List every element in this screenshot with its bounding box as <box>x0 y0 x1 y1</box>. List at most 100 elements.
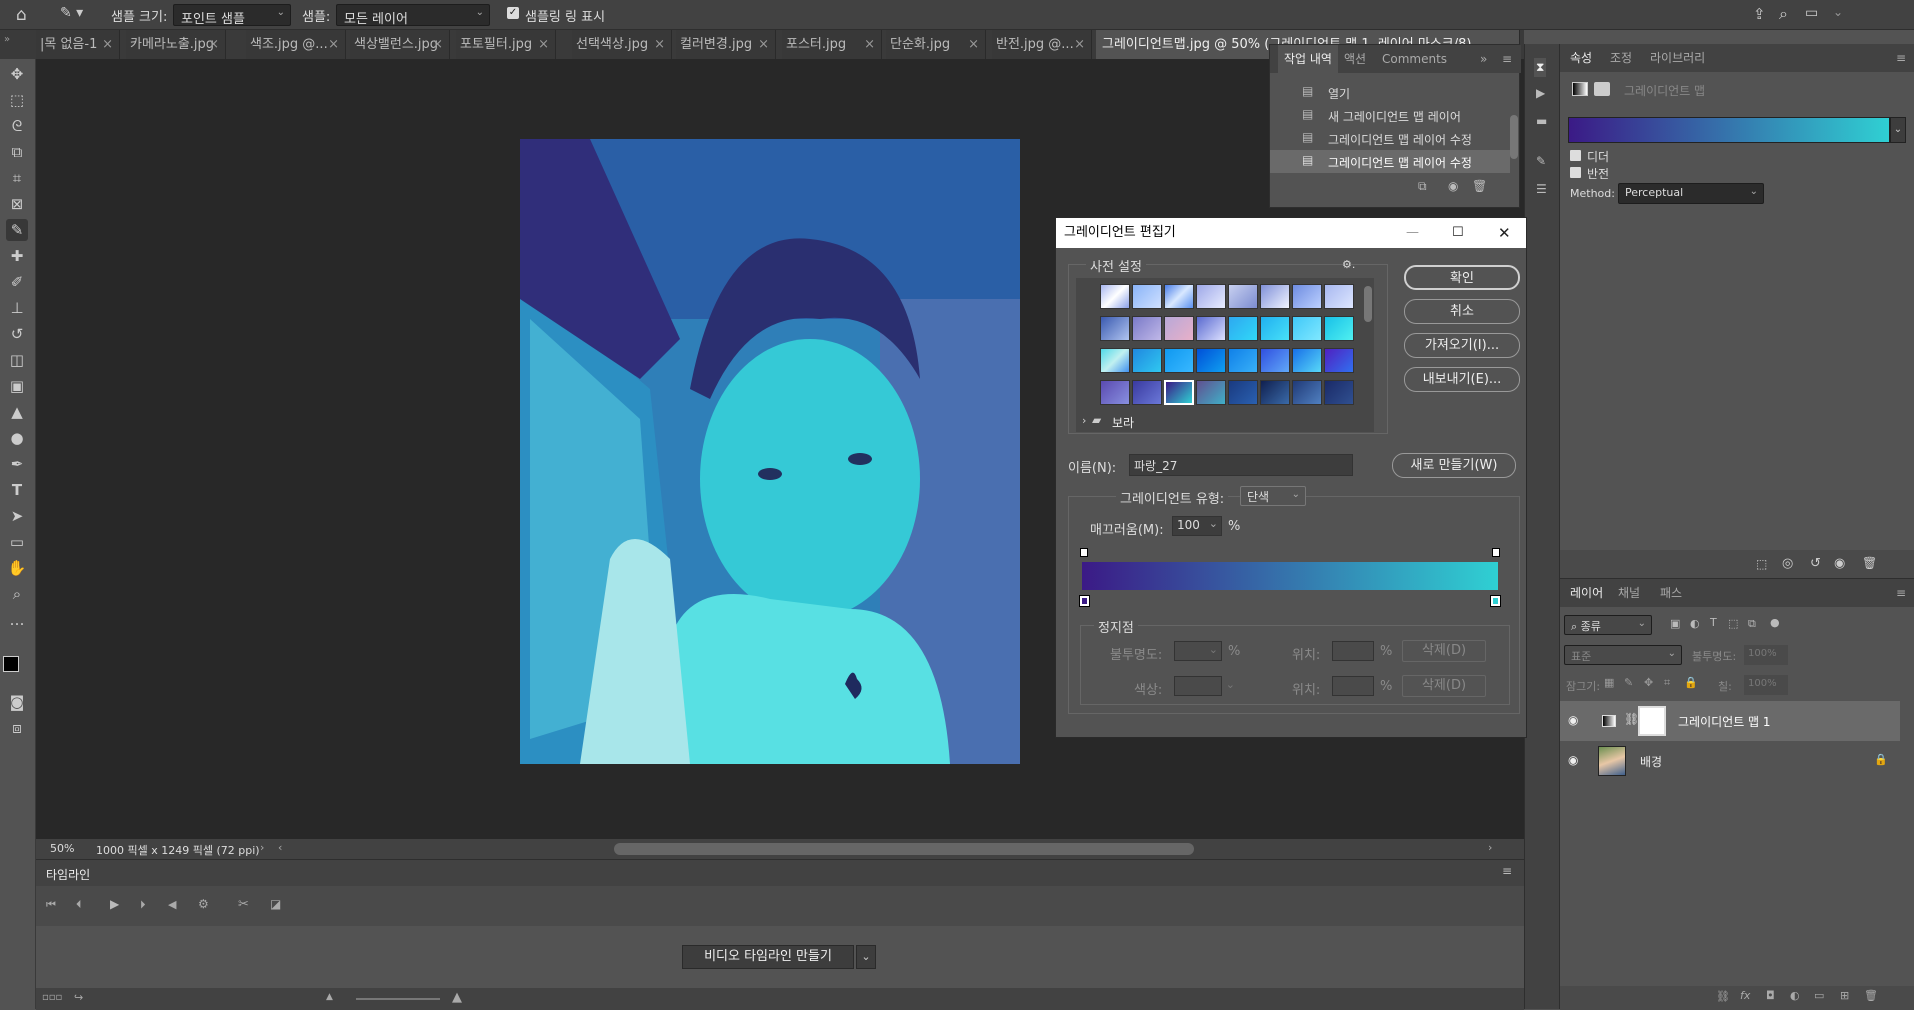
horizontal-scrollbar[interactable] <box>614 843 1194 855</box>
preset-swatch[interactable] <box>1100 348 1130 373</box>
opacity-field[interactable]: 100% <box>1744 645 1788 665</box>
mask-icon[interactable] <box>1594 82 1610 96</box>
new-gradient-button[interactable]: 새로 만들기(W) <box>1392 453 1516 478</box>
layer-row-active[interactable]: ◉ ⛓ 그레이디언트 맵 1 <box>1560 701 1900 741</box>
preset-swatch[interactable] <box>1196 380 1226 405</box>
menu-icon[interactable]: ≡ <box>1896 44 1906 72</box>
close-icon[interactable]: × <box>758 30 769 59</box>
trash-icon[interactable]: 🗑 <box>1864 989 1878 1002</box>
first-frame-icon[interactable]: ⏮ <box>46 898 56 912</box>
color-stop-left[interactable] <box>1079 595 1090 607</box>
marquee-tool-icon[interactable]: ⬚ <box>6 89 28 111</box>
document-image[interactable] <box>520 139 1020 764</box>
history-panel-icon[interactable]: ⧗ <box>1534 58 1547 77</box>
workspace-chevron-icon[interactable]: ⌄ <box>1833 5 1843 19</box>
chevron-down-icon[interactable]: ⌄ <box>1226 678 1235 691</box>
tab-channels[interactable]: 채널 <box>1618 579 1640 607</box>
frame-tool-icon[interactable]: ⊠ <box>6 193 28 215</box>
tab-libraries[interactable]: 라이브러리 <box>1650 44 1705 72</box>
lock-icon[interactable]: 🔒 <box>1874 753 1888 766</box>
delete-color-stop-button[interactable]: 삭제(D) <box>1402 675 1486 697</box>
comments-panel-icon[interactable]: ▬ <box>1536 114 1547 128</box>
method-select[interactable]: Perceptual ⌄ <box>1618 183 1764 204</box>
close-icon[interactable]: × <box>328 30 339 59</box>
blur-tool-icon[interactable]: ▲ <box>6 401 28 423</box>
tab-document[interactable]: 색상밸런스.jpg × <box>350 30 450 59</box>
zoom-level[interactable]: 50% <box>50 842 74 855</box>
preset-swatch[interactable] <box>1292 316 1322 341</box>
blend-mode-select[interactable]: 표준 ⌄ <box>1564 645 1682 665</box>
show-ring-checkbox[interactable]: ✓ <box>507 7 519 19</box>
trash-icon[interactable]: 🗑 <box>1472 179 1487 193</box>
preset-swatch[interactable] <box>1292 284 1322 309</box>
preset-swatch[interactable] <box>1324 380 1354 405</box>
actions-panel-icon[interactable]: ▶ <box>1536 86 1545 100</box>
fill-field[interactable]: 100% <box>1744 675 1788 695</box>
share-icon[interactable]: ⇪ <box>1753 5 1766 23</box>
tab-document[interactable]: |목 없음-1 × <box>36 30 120 59</box>
prev-frame-icon[interactable]: ⏴ <box>76 898 82 912</box>
preset-swatch[interactable] <box>1228 284 1258 309</box>
preset-swatch[interactable] <box>1100 316 1130 341</box>
close-icon[interactable]: × <box>864 30 875 59</box>
preset-swatch[interactable] <box>1196 316 1226 341</box>
filter-toggle-icon[interactable]: ● <box>1770 616 1780 629</box>
path-select-tool-icon[interactable]: ➤ <box>6 505 28 527</box>
preset-swatch[interactable] <box>1292 348 1322 373</box>
settings-icon[interactable]: ⚙ <box>198 897 209 911</box>
sample-size-select[interactable]: 포인트 샘플 ⌄ <box>173 4 291 27</box>
split-icon[interactable]: ✂ <box>238 897 249 912</box>
gradient-tool-icon[interactable]: ▣ <box>6 375 28 397</box>
next-frame-icon[interactable]: ⏵ <box>140 898 146 912</box>
ok-button[interactable]: 확인 <box>1404 265 1520 290</box>
fx-icon[interactable]: fx <box>1740 989 1750 1002</box>
preset-folder-row[interactable]: › ▰ 보라 <box>1076 412 1374 432</box>
stop-opacity-input[interactable]: ⌄ <box>1174 641 1222 661</box>
create-video-timeline-button[interactable]: 비디오 타임라인 만들기 <box>682 945 854 969</box>
pen-tool-icon[interactable]: ✒ <box>6 453 28 475</box>
lock-all-icon[interactable]: 🔒 <box>1684 676 1698 689</box>
foreground-color-swatch[interactable] <box>3 656 19 672</box>
lock-paint-icon[interactable]: ✎ <box>1624 676 1633 689</box>
close-icon[interactable]: × <box>208 30 219 59</box>
type-tool-icon[interactable]: T <box>6 479 28 501</box>
tab-document[interactable]: 카메라노출.jpg × <box>126 30 226 59</box>
gradient-preview-bar[interactable] <box>1568 117 1890 143</box>
cancel-button[interactable]: 취소 <box>1404 299 1520 324</box>
close-icon[interactable]: × <box>538 30 549 59</box>
reverse-checkbox[interactable] <box>1570 167 1581 178</box>
opacity-stop-left[interactable] <box>1080 548 1088 557</box>
menu-icon[interactable]: ≡ <box>1502 864 1512 878</box>
tab-adjustments[interactable]: 조정 <box>1610 44 1632 72</box>
timeline-dropdown-button[interactable]: ⌄ <box>856 945 876 969</box>
menu-icon[interactable]: ≡ <box>1896 579 1906 607</box>
history-brush-icon[interactable]: ↺ <box>6 323 28 345</box>
gradient-bar[interactable] <box>1082 562 1498 590</box>
quick-mask-icon[interactable]: ◙ <box>6 691 28 713</box>
scroll-left-icon[interactable]: ‹ <box>278 841 282 854</box>
preset-swatch[interactable] <box>1132 380 1162 405</box>
close-icon[interactable]: × <box>654 30 665 59</box>
brush-panel-icon[interactable]: ✎ <box>1536 154 1546 168</box>
presets-scrollbar[interactable] <box>1364 286 1372 322</box>
preset-swatch[interactable] <box>1228 380 1258 405</box>
search-icon[interactable]: ⌕ <box>1779 4 1788 24</box>
chevron-right-icon[interactable]: › <box>1082 414 1086 427</box>
tab-layers[interactable]: 레이어 <box>1570 579 1603 607</box>
view-previous-icon[interactable]: ◎ <box>1782 556 1793 571</box>
scroll-right-icon[interactable]: › <box>1488 841 1492 854</box>
preset-swatch[interactable] <box>1132 316 1162 341</box>
status-arrow-icon[interactable]: › <box>260 841 264 854</box>
crop-tool-icon[interactable]: ⌗ <box>6 167 28 189</box>
lasso-tool-icon[interactable]: ᘓ <box>6 115 28 137</box>
dither-checkbox[interactable] <box>1570 150 1581 161</box>
preset-swatch[interactable] <box>1260 348 1290 373</box>
filter-pixel-icon[interactable]: ▣ <box>1670 617 1680 630</box>
layer-row[interactable]: ◉ 배경 🔒 <box>1560 741 1900 781</box>
new-adjustment-icon[interactable]: ◐ <box>1790 989 1800 1002</box>
preset-swatch[interactable] <box>1324 348 1354 373</box>
close-icon[interactable]: × <box>102 30 113 59</box>
home-icon[interactable]: ⌂ <box>16 5 27 25</box>
link-layers-icon[interactable]: ⛓ <box>1716 990 1730 1003</box>
chevron-down-icon[interactable]: ⌄ <box>1209 517 1218 530</box>
